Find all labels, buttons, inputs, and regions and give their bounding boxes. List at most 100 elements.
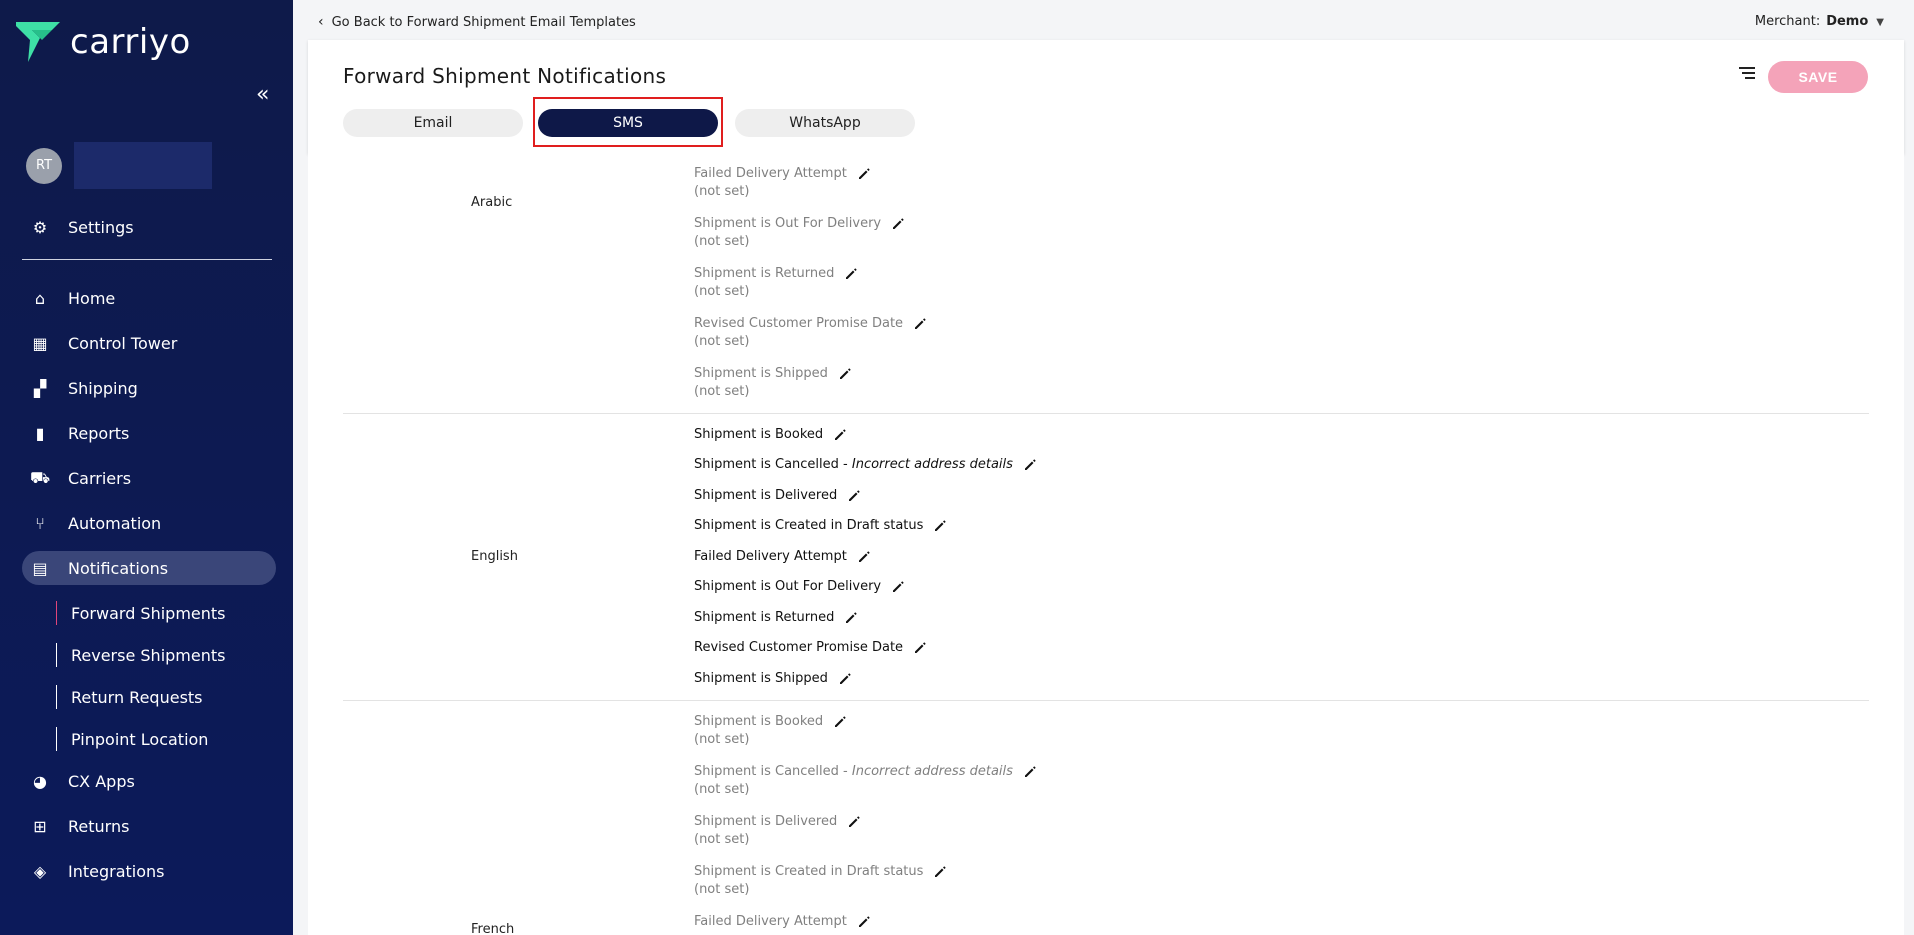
return-box-icon: ⊞ xyxy=(33,816,47,836)
template-status: (not set) xyxy=(694,732,750,747)
language-label: English xyxy=(471,549,518,564)
template-name: Shipment is Booked xyxy=(694,714,824,729)
template-status: (not set) xyxy=(694,832,750,847)
language-label: French xyxy=(471,922,515,935)
cancel-reason: Incorrect address details xyxy=(851,764,1013,779)
language-block-english: English Shipment is Booked Shipment is C… xyxy=(343,414,1869,701)
sub-item-pinpoint-location[interactable]: Pinpoint Location xyxy=(56,727,208,751)
language-block-french: French Shipment is Booked (not set) Ship… xyxy=(343,701,1869,935)
cancel-reason: Incorrect address details xyxy=(851,457,1013,472)
template-item: Shipment is Created in Draft status (not… xyxy=(694,863,947,899)
template-status: (not set) xyxy=(694,882,750,897)
template-item: Shipment is Booked (not set) xyxy=(694,713,847,749)
template-item: Shipment is Cancelled - Incorrect addres… xyxy=(694,763,1037,799)
sidebar-item-cx-apps[interactable]: ◕ CX Apps xyxy=(22,764,276,798)
sub-item-label: Return Requests xyxy=(71,687,203,707)
user-profile[interactable]: RT xyxy=(26,142,212,189)
template-item: Shipment is Returned xyxy=(694,609,858,627)
sidebar-item-label: Integrations xyxy=(68,861,165,881)
pencil-icon[interactable] xyxy=(857,550,871,564)
template-status: (not set) xyxy=(694,334,750,349)
sidebar-item-label: Shipping xyxy=(68,378,138,398)
pencil-icon[interactable] xyxy=(857,915,871,929)
pencil-icon[interactable] xyxy=(838,672,852,686)
pencil-icon[interactable] xyxy=(913,641,927,655)
template-name: Shipment is Out For Delivery xyxy=(694,579,882,594)
boxes-icon: ▞ xyxy=(33,378,47,398)
filter-list-icon[interactable] xyxy=(1736,62,1758,84)
template-name: Shipment is Cancelled - Incorrect addres… xyxy=(694,763,1013,781)
template-item: Failed Delivery Attempt xyxy=(694,913,871,931)
palette-icon: ◕ xyxy=(33,771,47,791)
sidebar-item-label: Settings xyxy=(68,217,134,237)
back-link[interactable]: ‹ Go Back to Forward Shipment Email Templ… xyxy=(318,14,636,30)
pencil-icon[interactable] xyxy=(847,489,861,503)
template-item: Revised Customer Promise Date xyxy=(694,639,927,657)
merchant-selector[interactable]: Merchant: Demo ▼ xyxy=(1755,14,1884,29)
pencil-icon[interactable] xyxy=(844,267,858,281)
sidebar-item-control-tower[interactable]: ▦ Control Tower xyxy=(22,326,276,360)
bar-chart-icon: ▮ xyxy=(35,423,45,443)
sidebar-item-label: Home xyxy=(68,288,116,308)
sidebar-item-returns[interactable]: ⊞ Returns xyxy=(22,809,276,843)
pencil-icon[interactable] xyxy=(933,519,947,533)
template-item: Failed Delivery Attempt (not set) xyxy=(694,165,871,201)
pencil-icon[interactable] xyxy=(891,217,905,231)
template-name: Failed Delivery Attempt xyxy=(694,914,847,929)
pencil-icon[interactable] xyxy=(847,815,861,829)
pencil-icon[interactable] xyxy=(1023,765,1037,779)
sidebar-item-notifications[interactable]: ▤ Notifications xyxy=(22,551,276,585)
template-status: (not set) xyxy=(694,284,750,299)
pencil-icon[interactable] xyxy=(857,167,871,181)
pencil-icon[interactable] xyxy=(891,580,905,594)
sidebar-item-settings[interactable]: ⚙ Settings xyxy=(22,210,276,244)
pencil-icon[interactable] xyxy=(833,715,847,729)
collapse-sidebar-icon[interactable]: « xyxy=(256,82,269,107)
template-name: Shipment is Booked xyxy=(694,427,824,442)
template-item: Shipment is Shipped xyxy=(694,670,852,688)
template-status: (not set) xyxy=(694,384,750,399)
sub-item-forward-shipments[interactable]: Forward Shipments xyxy=(56,601,226,625)
sidebar-item-home[interactable]: ⌂ Home xyxy=(22,281,276,315)
sidebar-item-integrations[interactable]: ◈ Integrations xyxy=(22,854,276,888)
sidebar-item-label: Notifications xyxy=(68,558,169,578)
tab-whatsapp[interactable]: WhatsApp xyxy=(735,109,915,137)
sub-item-reverse-shipments[interactable]: Reverse Shipments xyxy=(56,643,225,667)
sidebar-item-label: Returns xyxy=(68,816,130,836)
brand[interactable]: carriyo xyxy=(16,22,191,62)
pencil-icon[interactable] xyxy=(933,865,947,879)
template-item: Shipment is Cancelled - Incorrect addres… xyxy=(694,456,1037,474)
sidebar-item-label: Carriers xyxy=(68,468,132,488)
language-block-arabic: Arabic Failed Delivery Attempt (not set)… xyxy=(343,154,1869,414)
merchant-value: Demo xyxy=(1826,14,1869,29)
pencil-icon[interactable] xyxy=(913,317,927,331)
template-name: Revised Customer Promise Date xyxy=(694,640,904,655)
pencil-icon[interactable] xyxy=(833,428,847,442)
pencil-icon[interactable] xyxy=(838,367,852,381)
brand-name: carriyo xyxy=(70,22,191,62)
template-name: Shipment is Delivered xyxy=(694,814,838,829)
sub-item-label: Forward Shipments xyxy=(71,603,226,623)
top-bar: ‹ Go Back to Forward Shipment Email Templ… xyxy=(293,0,1914,38)
template-item: Shipment is Delivered (not set) xyxy=(694,813,861,849)
sidebar-item-label: Reports xyxy=(68,423,130,443)
sidebar-item-carriers[interactable]: ⛟ Carriers xyxy=(22,461,276,495)
template-name-text: Shipment is Cancelled - xyxy=(694,764,852,779)
sub-item-return-requests[interactable]: Return Requests xyxy=(56,685,203,709)
tab-email[interactable]: Email xyxy=(343,109,523,137)
language-label: Arabic xyxy=(471,195,513,210)
header-card: Forward Shipment Notifications Email SMS… xyxy=(308,40,1904,154)
sidebar-item-label: Automation xyxy=(68,513,162,533)
pencil-icon[interactable] xyxy=(844,611,858,625)
template-item: Shipment is Returned (not set) xyxy=(694,265,858,301)
template-item: Shipment is Created in Draft status xyxy=(694,517,947,535)
template-name: Shipment is Delivered xyxy=(694,488,838,503)
sidebar-item-automation[interactable]: ⑂ Automation xyxy=(22,506,276,540)
sidebar-item-reports[interactable]: ▮ Reports xyxy=(22,416,276,450)
template-item: Shipment is Delivered xyxy=(694,487,861,505)
save-button[interactable]: SAVE xyxy=(1768,61,1868,93)
sidebar-item-label: CX Apps xyxy=(68,771,135,791)
pencil-icon[interactable] xyxy=(1023,458,1037,472)
sidebar-item-shipping[interactable]: ▞ Shipping xyxy=(22,371,276,405)
template-name: Shipment is Returned xyxy=(694,266,835,281)
